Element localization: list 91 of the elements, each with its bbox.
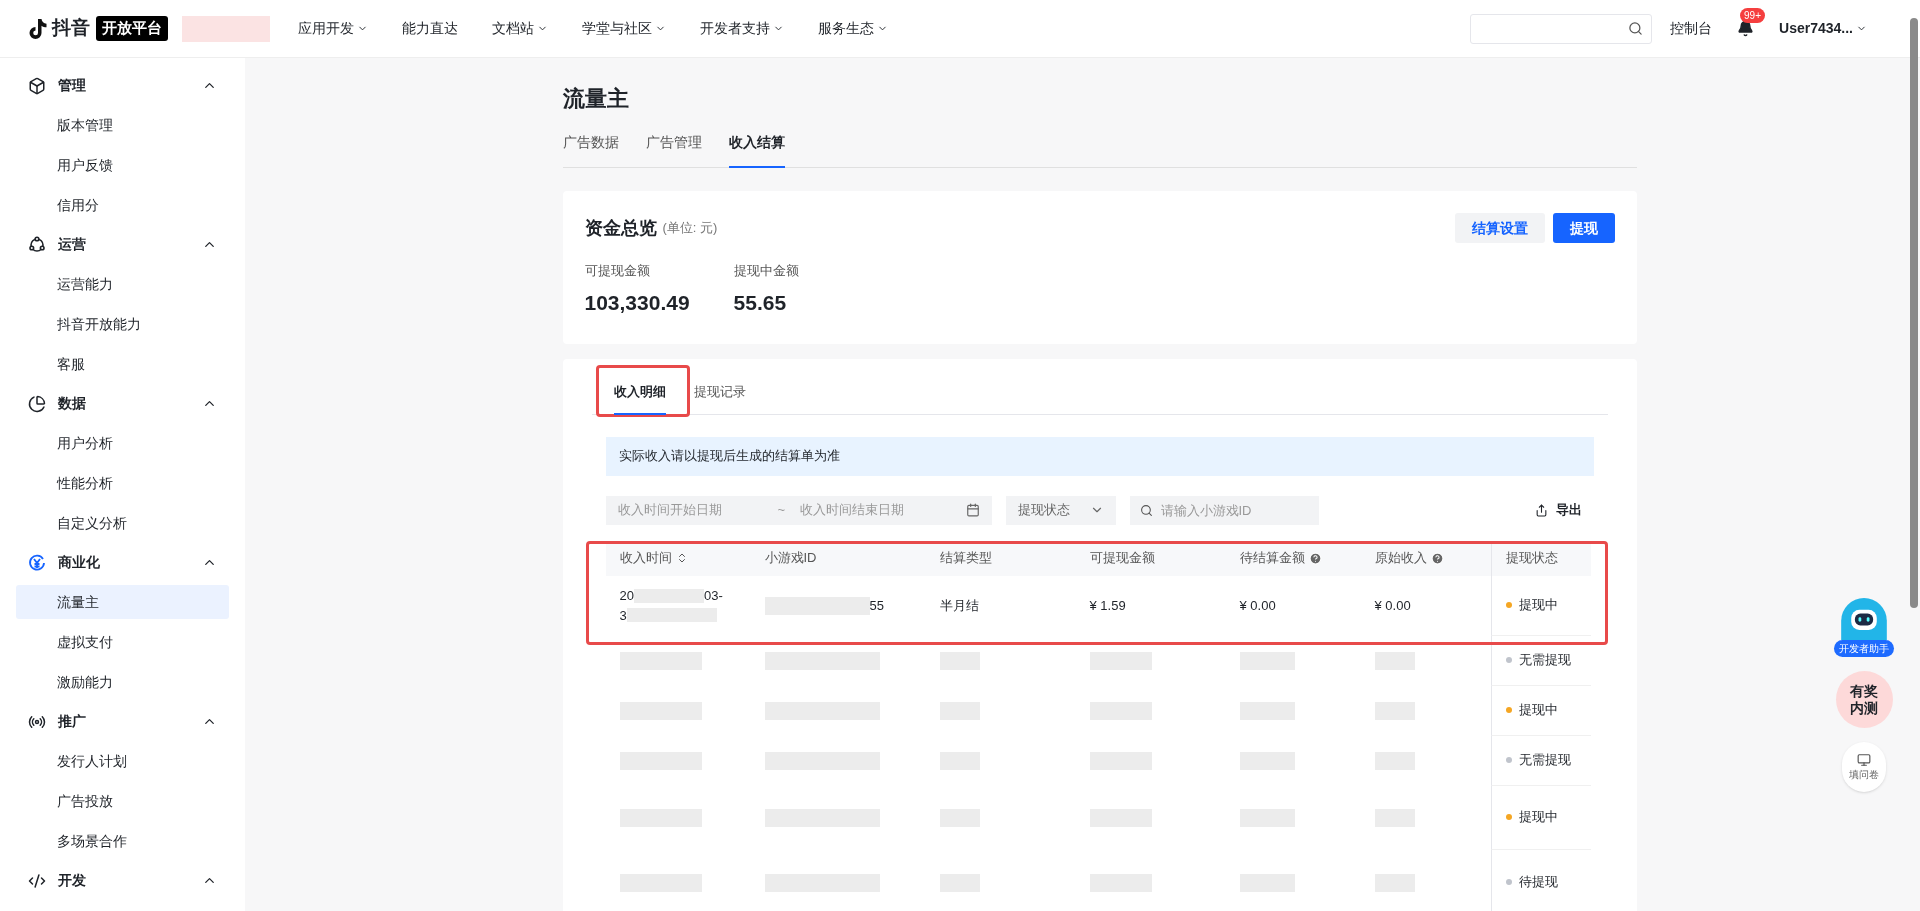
- column-header: 结算类型: [939, 549, 992, 568]
- card-title: 资金总览: [584, 216, 657, 240]
- column-header: 收入时间: [619, 549, 672, 568]
- logo-text: 抖音: [52, 16, 90, 41]
- sidebar-item[interactable]: 用户反馈: [16, 148, 229, 182]
- table-cell: ¥ 0.00: [1239, 597, 1276, 613]
- yen-icon: [28, 553, 46, 572]
- stat-label: 提现中金额: [733, 262, 799, 280]
- pie-chart-icon: [28, 394, 46, 413]
- table-cell-text: 3: [619, 606, 627, 625]
- nav-menu-item[interactable]: 文档站: [492, 18, 548, 39]
- table-cell-text: 无需提现: [1518, 651, 1571, 670]
- stat-label: 可提现金额: [584, 262, 651, 280]
- nav-menu-item[interactable]: 应用开发: [298, 18, 368, 39]
- scrollbar[interactable]: [1910, 18, 1918, 608]
- table-cell-text: 55: [869, 596, 884, 615]
- sidebar-group[interactable]: 数据: [16, 384, 229, 423]
- logo-badge: 开放平台: [96, 16, 168, 41]
- assistant-label[interactable]: 开发者助手: [1834, 640, 1894, 657]
- table-cell: ¥ 1.59: [1089, 597, 1126, 613]
- sidebar-item[interactable]: 运营能力: [16, 267, 229, 301]
- beta-test-button[interactable]: 有奖 内测: [1835, 671, 1893, 728]
- nav-menu-item[interactable]: 服务生态: [818, 18, 888, 39]
- user-menu[interactable]: User7434...: [1779, 18, 1867, 39]
- table-cell-text: 待提现: [1518, 873, 1558, 892]
- sidebar-item[interactable]: 流量主: [16, 585, 229, 619]
- sidebar-group[interactable]: 管理: [16, 66, 229, 105]
- sidebar-item[interactable]: 虚拟支付: [16, 625, 229, 659]
- robot-avatar-icon[interactable]: [1841, 598, 1887, 640]
- calendar-icon: [965, 503, 980, 517]
- sidebar-item[interactable]: 版本管理: [16, 108, 229, 142]
- search-icon: [1139, 503, 1153, 517]
- tab[interactable]: 提现记录: [693, 371, 746, 415]
- tab[interactable]: 广告管理: [645, 129, 702, 168]
- page-title: 流量主: [562, 85, 630, 113]
- sidebar-item[interactable]: 广告投放: [16, 784, 229, 818]
- network-icon: [28, 235, 46, 254]
- sidebar-item[interactable]: 发行人计划: [16, 744, 229, 778]
- search-field[interactable]: [1470, 13, 1653, 44]
- sidebar-item[interactable]: 性能分析: [16, 466, 229, 500]
- unit-label: (单位: 元): [662, 219, 718, 238]
- notification-badge: 99+: [1740, 8, 1765, 23]
- table-cell: 半月结: [939, 597, 979, 613]
- sidebar-group[interactable]: 推广: [16, 702, 229, 741]
- table-cell-text: 提现中: [1518, 596, 1558, 615]
- help-icon[interactable]: [1308, 551, 1322, 565]
- column-header: 原始收入: [1374, 549, 1427, 568]
- tab[interactable]: 收入明细: [613, 371, 666, 415]
- settings-button[interactable]: 结算设置: [1454, 213, 1545, 243]
- stat-value: 55.65: [733, 289, 788, 316]
- column-header: 小游戏ID: [764, 549, 817, 568]
- sidebar-item[interactable]: 自定义分析: [16, 506, 229, 540]
- console-link[interactable]: 控制台: [1670, 18, 1713, 39]
- table-cell-text: 03-: [703, 587, 723, 605]
- column-header: 提现状态: [1505, 549, 1558, 568]
- search-field[interactable]: 请输入小游戏ID: [1129, 495, 1319, 525]
- column-header: 待结算金额: [1239, 549, 1305, 568]
- notification-bell-icon[interactable]: [1737, 20, 1755, 37]
- sidebar-item[interactable]: 抖音开放能力: [16, 307, 229, 341]
- table-cell-text: 20: [619, 587, 634, 605]
- nav-menu-item[interactable]: 能力直达: [402, 18, 458, 39]
- sidebar-group[interactable]: 商业化: [16, 543, 229, 582]
- cube-icon: [28, 76, 46, 95]
- export-button[interactable]: 导出: [1534, 500, 1582, 520]
- sidebar-item[interactable]: 激励能力: [16, 665, 229, 699]
- table-cell-text: 提现中: [1518, 808, 1558, 827]
- withdraw-button[interactable]: 提现: [1552, 213, 1615, 243]
- notice-banner: 实际收入请以提现后生成的结算单为准: [605, 436, 1594, 476]
- sidebar-item[interactable]: 用户分析: [16, 426, 229, 460]
- stat-value: 103,330.49: [584, 289, 690, 316]
- tab[interactable]: 收入结算: [728, 129, 785, 168]
- table-cell-text: 提现中: [1518, 701, 1558, 720]
- export-icon: [1534, 503, 1548, 517]
- column-header: 可提现金额: [1089, 549, 1155, 568]
- code-icon: [28, 871, 46, 890]
- sidebar-item[interactable]: 多场景合作: [16, 824, 229, 858]
- sidebar-group[interactable]: 运营: [16, 225, 229, 264]
- sidebar-group[interactable]: 开发: [16, 861, 229, 900]
- nav-menu-item[interactable]: 开发者支持: [700, 18, 784, 39]
- table-cell: ¥ 0.00: [1374, 597, 1411, 613]
- survey-button[interactable]: 填问卷: [1842, 742, 1886, 792]
- nav-menu-item[interactable]: 学堂与社区: [582, 18, 666, 39]
- search-icon: [1628, 21, 1644, 36]
- table-cell-text: 无需提现: [1518, 751, 1571, 770]
- tab[interactable]: 广告数据: [562, 129, 619, 168]
- sidebar-item[interactable]: 信用分: [16, 188, 229, 222]
- monitor-chart-icon: [1857, 752, 1871, 767]
- help-icon[interactable]: [1430, 551, 1444, 565]
- music-note-logo-icon: [28, 17, 48, 40]
- status-select[interactable]: 提现状态: [1005, 495, 1116, 525]
- sidebar-item[interactable]: 客服: [16, 347, 229, 381]
